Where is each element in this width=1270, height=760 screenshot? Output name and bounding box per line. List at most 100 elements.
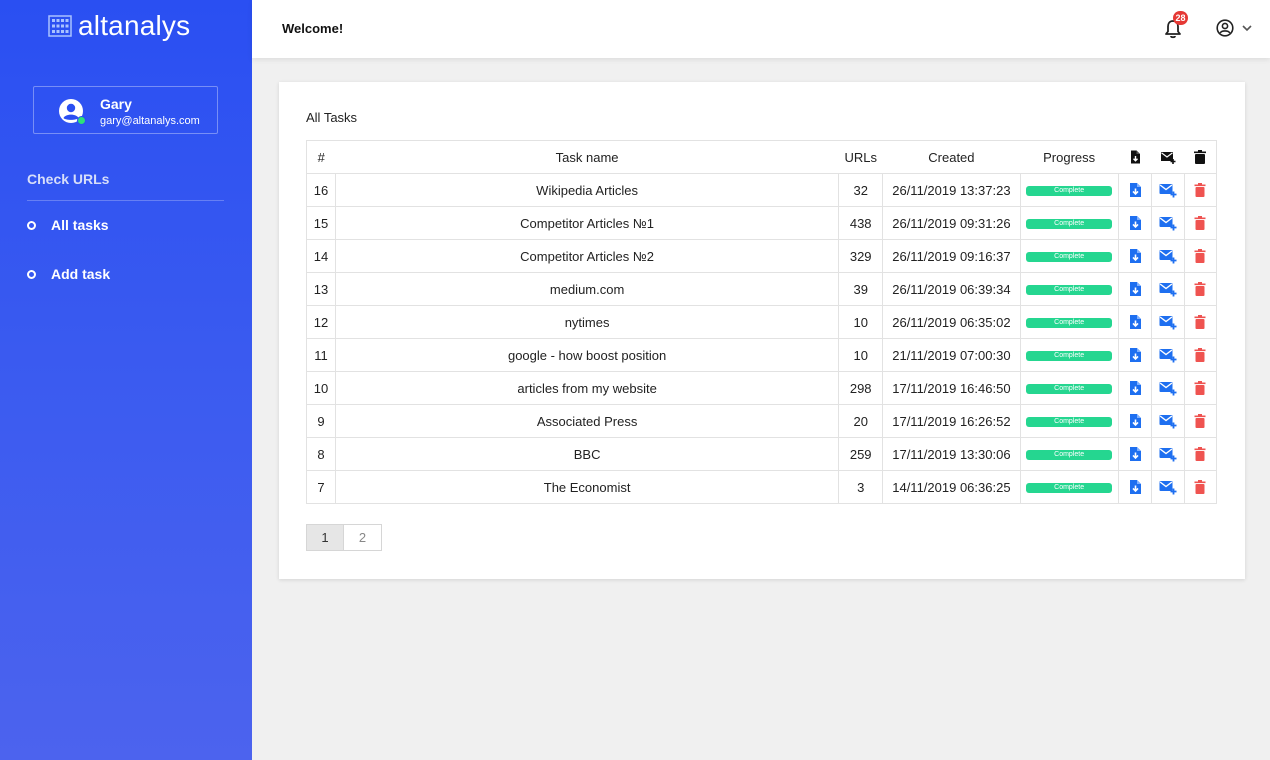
trash-icon[interactable]: [1192, 347, 1208, 363]
mail-add-icon[interactable]: [1158, 347, 1177, 363]
mail-add-icon[interactable]: [1158, 479, 1177, 495]
table-row: 12 nytimes 10 26/11/2019 06:35:02 Complete: [305, 305, 1218, 339]
tasks-table: # Task name URLs Created Progress 16 Wik…: [305, 140, 1218, 504]
email-report-button[interactable]: [1150, 272, 1185, 306]
trash-icon[interactable]: [1192, 446, 1208, 462]
download-button[interactable]: [1117, 206, 1152, 240]
trash-icon[interactable]: [1192, 215, 1208, 231]
mail-add-icon[interactable]: [1158, 413, 1177, 429]
task-name: nytimes: [335, 305, 840, 339]
user-card[interactable]: Gary gary@altanalys.com: [33, 86, 218, 134]
email-report-button[interactable]: [1150, 338, 1185, 372]
email-report-button[interactable]: [1150, 371, 1185, 405]
mail-add-icon[interactable]: [1158, 248, 1177, 264]
circle-bullet-icon: [27, 220, 36, 230]
task-url-count: 259: [838, 437, 884, 471]
task-id: 12: [305, 305, 337, 339]
trash-icon[interactable]: [1192, 314, 1208, 330]
sidebar-item-add-task[interactable]: Add task: [27, 266, 110, 282]
circle-bullet-icon: [27, 269, 36, 279]
file-download-icon[interactable]: [1127, 380, 1143, 396]
mail-add-icon[interactable]: [1158, 215, 1177, 231]
delete-button[interactable]: [1183, 206, 1218, 240]
email-report-button[interactable]: [1150, 206, 1185, 240]
email-report-button[interactable]: [1150, 437, 1185, 471]
download-button[interactable]: [1117, 173, 1152, 207]
table-header-row: # Task name URLs Created Progress: [305, 140, 1218, 174]
column-header-task-name: Task name: [335, 140, 839, 174]
notification-badge: 28: [1173, 11, 1188, 25]
download-button[interactable]: [1117, 404, 1152, 438]
file-download-icon[interactable]: [1127, 248, 1143, 264]
task-url-count: 438: [838, 206, 884, 240]
file-download-icon[interactable]: [1127, 215, 1143, 231]
email-report-button[interactable]: [1150, 239, 1185, 273]
task-created: 17/11/2019 16:26:52: [882, 404, 1021, 438]
table-row: 14 Competitor Articles №2 329 26/11/2019 09…: [305, 239, 1218, 273]
download-button[interactable]: [1117, 437, 1152, 471]
delete-button[interactable]: [1183, 272, 1218, 306]
progress-bar: Complete: [1026, 252, 1113, 263]
nav-section-check-urls: Check URLs: [27, 171, 110, 187]
task-id: 7: [305, 470, 337, 504]
mail-add-icon[interactable]: [1158, 281, 1177, 297]
online-status-dot: [77, 116, 86, 125]
page-button-2[interactable]: 2: [344, 524, 382, 551]
mail-add-icon[interactable]: [1158, 182, 1177, 198]
email-report-button[interactable]: [1150, 173, 1185, 207]
file-download-icon[interactable]: [1127, 281, 1143, 297]
column-header-id: #: [305, 140, 336, 174]
mail-add-icon[interactable]: [1158, 314, 1177, 330]
file-download-icon[interactable]: [1127, 182, 1143, 198]
email-report-button[interactable]: [1150, 404, 1185, 438]
mail-add-icon[interactable]: [1158, 446, 1177, 462]
progress-bar: Complete: [1026, 450, 1113, 461]
page-button-1[interactable]: 1: [306, 524, 344, 551]
sidebar-item-all-tasks[interactable]: All tasks: [27, 217, 109, 233]
task-name: google - how boost position: [335, 338, 840, 372]
task-name: Associated Press: [335, 404, 840, 438]
download-button[interactable]: [1117, 338, 1152, 372]
download-button[interactable]: [1117, 305, 1152, 339]
delete-button[interactable]: [1183, 437, 1218, 471]
trash-icon[interactable]: [1192, 380, 1208, 396]
task-created: 26/11/2019 13:37:23: [882, 173, 1021, 207]
progress-bar: Complete: [1026, 285, 1113, 296]
email-report-button[interactable]: [1150, 305, 1185, 339]
delete-button[interactable]: [1183, 371, 1218, 405]
file-download-icon[interactable]: [1127, 446, 1143, 462]
download-button[interactable]: [1117, 371, 1152, 405]
mail-add-icon: [1160, 152, 1176, 165]
table-row: 9 Associated Press 20 17/11/2019 16:26:52 Co…: [305, 404, 1218, 438]
trash-icon[interactable]: [1192, 248, 1208, 264]
progress-bar: Complete: [1026, 318, 1113, 329]
user-name: Gary: [100, 96, 132, 112]
delete-button[interactable]: [1183, 338, 1218, 372]
brand[interactable]: altanalys: [48, 10, 190, 42]
delete-button[interactable]: [1183, 173, 1218, 207]
task-id: 10: [305, 371, 337, 405]
delete-button[interactable]: [1183, 305, 1218, 339]
download-button[interactable]: [1117, 470, 1152, 504]
progress-bar: Complete: [1026, 186, 1113, 197]
trash-icon[interactable]: [1192, 479, 1208, 495]
file-download-icon: [1130, 150, 1140, 164]
column-header-progress: Progress: [1020, 140, 1119, 174]
trash-icon[interactable]: [1192, 413, 1208, 429]
trash-icon[interactable]: [1192, 281, 1208, 297]
delete-button[interactable]: [1183, 404, 1218, 438]
file-download-icon[interactable]: [1127, 314, 1143, 330]
mail-add-icon[interactable]: [1158, 380, 1177, 396]
file-download-icon[interactable]: [1127, 479, 1143, 495]
task-url-count: 10: [838, 338, 884, 372]
file-download-icon[interactable]: [1127, 347, 1143, 363]
download-button[interactable]: [1117, 272, 1152, 306]
email-report-button[interactable]: [1150, 470, 1185, 504]
user-email: gary@altanalys.com: [100, 115, 200, 127]
account-menu[interactable]: [1216, 19, 1254, 37]
delete-button[interactable]: [1183, 470, 1218, 504]
file-download-icon[interactable]: [1127, 413, 1143, 429]
delete-button[interactable]: [1183, 239, 1218, 273]
trash-icon[interactable]: [1192, 182, 1208, 198]
download-button[interactable]: [1117, 239, 1152, 273]
